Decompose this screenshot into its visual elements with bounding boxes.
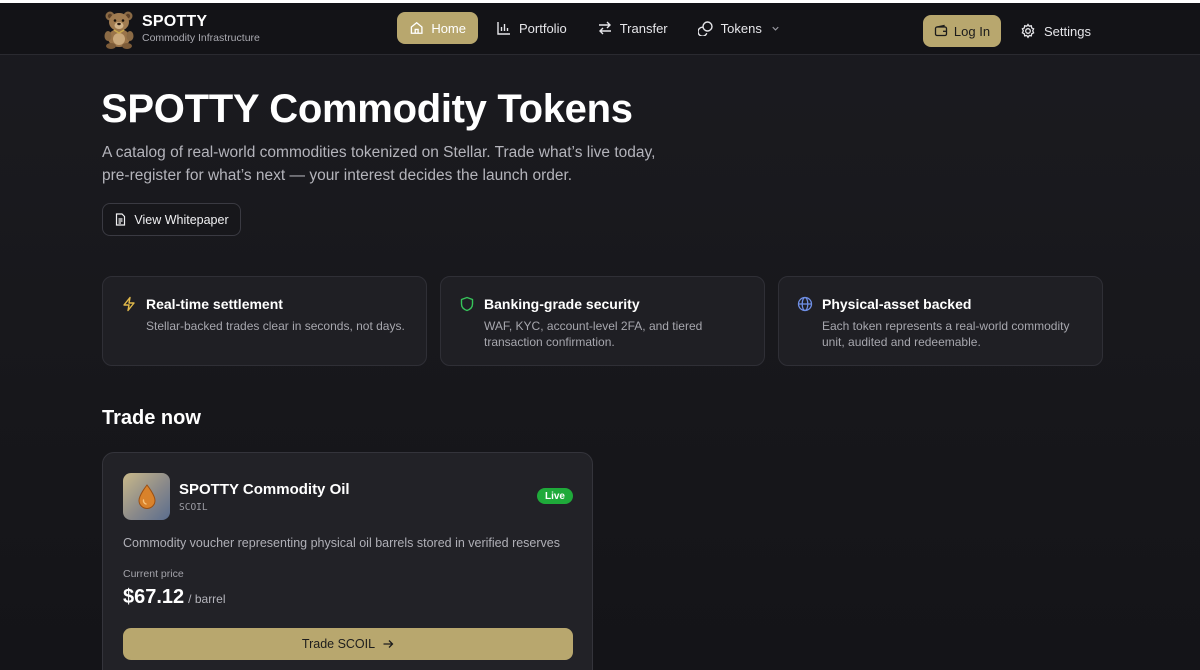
price-row: $67.12 / barrel [123,586,226,609]
document-icon [116,213,126,226]
page-title: SPOTTY Commodity Tokens [101,87,633,131]
token-symbol: SCOIL [179,502,208,513]
nav-item-portfolio[interactable]: Portfolio [484,12,579,44]
globe-icon [797,296,813,312]
token-icon [123,473,170,520]
feature-description: WAF, KYC, account-level 2FA, and tiered … [484,319,703,349]
chevron-down-icon [772,26,779,31]
teddy-bear-logo-icon [104,11,134,49]
feature-card-physical-asset: Physical-asset backed Each token represe… [778,276,1103,366]
token-card-scoil: SPOTTY Commodity Oil SCOIL Live Commodit… [102,452,593,670]
price-value: $67.12 [123,586,185,608]
settings-link[interactable]: Settings [1020,15,1091,47]
brand-name: SPOTTY [142,13,208,31]
home-icon [410,21,423,34]
whitepaper-label: View Whitepaper [134,212,229,227]
status-badge: Live [537,488,573,504]
price-unit: / barrel [188,592,226,606]
arrow-right-icon [383,640,394,648]
trade-button-label: Trade SCOIL [301,637,376,651]
feature-card-security: Banking-grade security WAF, KYC, account… [440,276,765,366]
price-label: Current price [123,568,184,580]
nav-label-home: Home [431,20,466,36]
feature-description: Stellar-backed trades clear in seconds, … [146,319,405,333]
brand[interactable]: SPOTTY Commodity Infrastructure [102,8,260,50]
brand-subtitle: Commodity Infrastructure [142,32,260,45]
feature-description: Each token represents a real-world commo… [822,319,1070,349]
nav-label-portfolio: Portfolio [519,20,567,36]
brand-text: SPOTTY Commodity Infrastructure [142,14,260,44]
nav-item-tokens[interactable]: Tokens [686,12,793,44]
hero-description-line-1: A catalog of real-world commodities toke… [102,144,656,161]
login-button[interactable]: Log In [923,15,1001,47]
settings-label: Settings [1044,23,1091,39]
shield-icon [460,296,474,312]
view-whitepaper-button[interactable]: View Whitepaper [102,203,241,236]
nav-item-home[interactable]: Home [397,12,478,44]
feature-title: Physical-asset backed [822,296,972,312]
coins-icon [697,21,713,36]
trade-now-heading: Trade now [102,407,201,429]
wallet-icon [934,24,948,37]
bar-chart-icon [497,22,510,35]
nav-item-transfer[interactable]: Transfer [585,12,680,44]
feature-card-settlement: Real-time settlement Stellar-backed trad… [102,276,427,366]
trade-scoil-button[interactable]: Trade SCOIL [123,628,573,660]
nav-label-transfer: Transfer [619,20,668,36]
token-name: SPOTTY Commodity Oil [179,481,350,498]
nav-label-tokens: Tokens [720,20,762,36]
hero-description: A catalog of real-world commodities toke… [102,141,682,187]
gear-icon [1021,23,1035,39]
feature-title: Banking-grade security [484,296,640,312]
page: SPOTTY Commodity Infrastructure Home Por… [0,0,1200,670]
arrows-swap-icon [598,21,611,35]
hero-description-line-2: pre-register for what’s next — your inte… [102,167,573,184]
oil-drop-icon [137,483,156,509]
lightning-icon [123,296,135,312]
feature-title: Real-time settlement [146,296,283,312]
main-nav: Home Portfolio Transfer Tokens [397,12,799,44]
token-description: Commodity voucher representing physical … [123,536,560,550]
top-navbar: SPOTTY Commodity Infrastructure Home Por… [0,3,1200,55]
login-label: Log In [953,23,991,39]
